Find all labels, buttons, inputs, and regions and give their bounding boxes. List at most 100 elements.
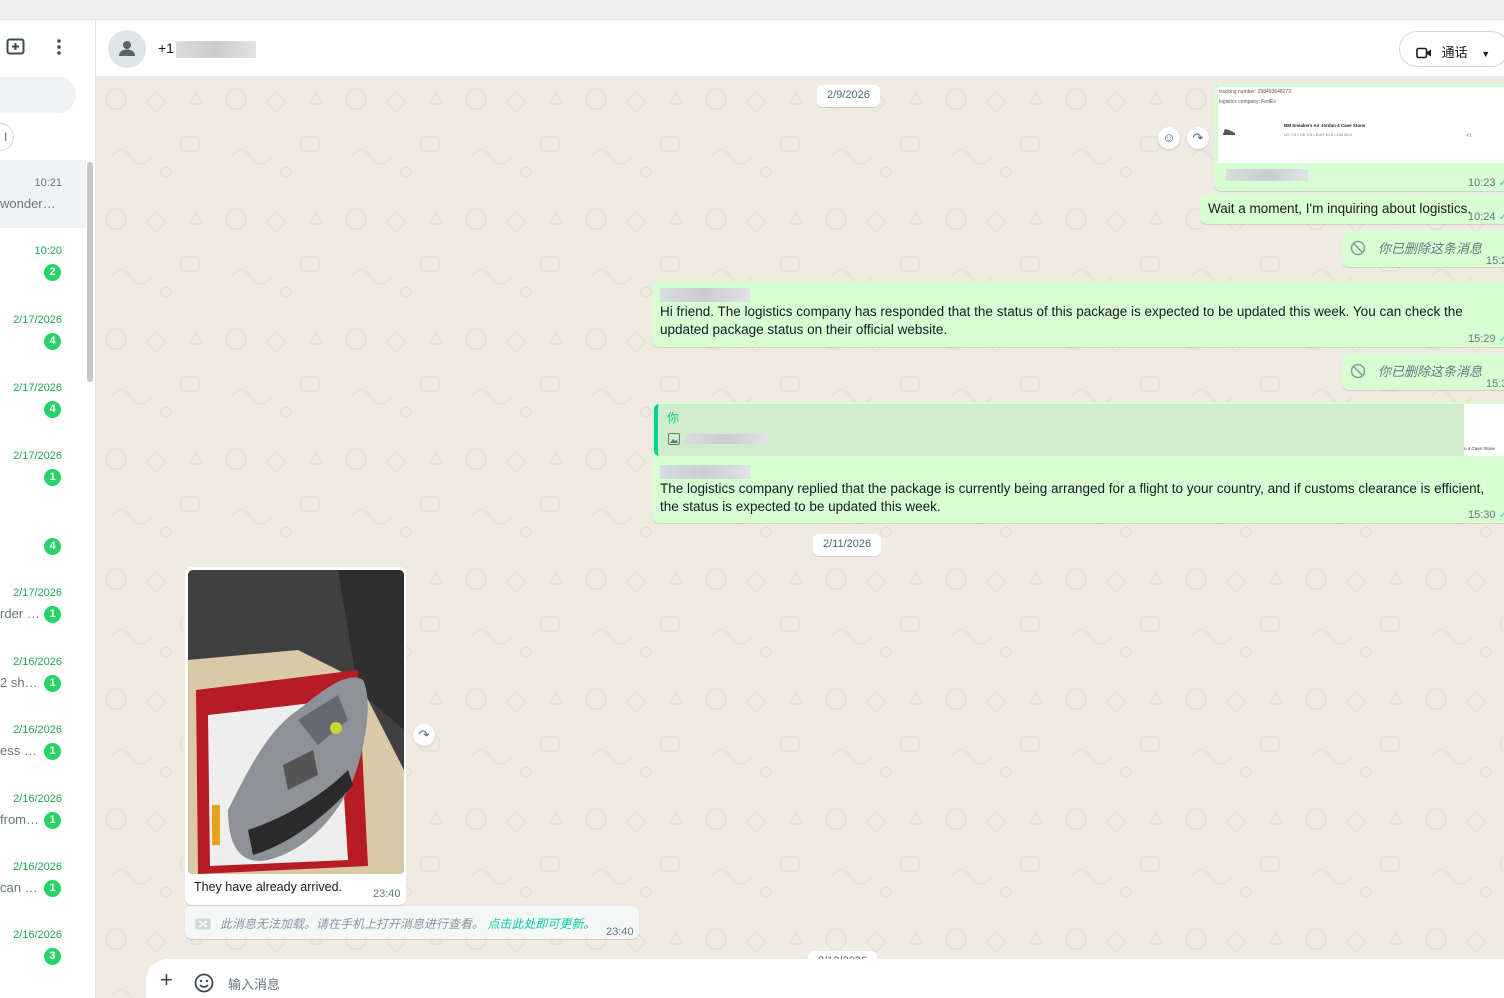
- message-time: 23:40: [606, 926, 634, 938]
- call-button-label: 通话: [1441, 45, 1468, 60]
- read-tick-icon: ✓: [1498, 509, 1504, 521]
- chat-list-item[interactable]: 2/16/2026 ess … 1: [0, 707, 86, 775]
- screenshot-quantity: ×1: [1466, 133, 1472, 139]
- conversation-header: +1 通话 ▼: [96, 20, 1504, 77]
- forward-icon[interactable]: ↷: [413, 724, 435, 746]
- unread-badge: 3: [44, 948, 61, 965]
- outgoing-image-message[interactable]: tracking number: 298493648273 logistics …: [1214, 83, 1504, 191]
- screenshot-tracking-text: tracking number: 298493648273: [1219, 89, 1291, 95]
- outgoing-reply-message[interactable]: 你 n 4 Cave Stone The logistics company r…: [652, 402, 1504, 523]
- chat-list-item[interactable]: 2/16/2026 from… 1: [0, 776, 86, 844]
- chat-time: 2/16/2026: [13, 793, 62, 805]
- unloadable-message[interactable]: 此消息无法加载。请在手机上打开消息进行查看。 点击此处即可更新。 23:40: [185, 906, 639, 939]
- chat-search-input[interactable]: [0, 77, 76, 113]
- redacted-text: [685, 434, 769, 444]
- update-link[interactable]: 点击此处即可更新。: [487, 917, 595, 931]
- sneakers-photo[interactable]: [188, 570, 404, 874]
- redacted-text: [660, 465, 750, 479]
- order-screenshot-image[interactable]: tracking number: 298493648273 logistics …: [1218, 87, 1504, 163]
- chat-preview: can …: [0, 880, 38, 895]
- chat-list-item[interactable]: 2/16/2026 3: [0, 912, 86, 980]
- message-input[interactable]: 输入消息: [228, 974, 280, 993]
- image-icon: [668, 432, 680, 450]
- chat-time: 2/16/2026: [13, 656, 62, 668]
- deleted-message-text: 你已删除这条消息: [1378, 364, 1483, 379]
- chat-preview: rder …: [0, 606, 40, 621]
- sidebar-scrollbar[interactable]: [87, 162, 93, 382]
- quoted-message[interactable]: 你 n 4 Cave Stone: [654, 404, 1504, 456]
- chat-list-item[interactable]: 2/17/2026 4: [0, 365, 86, 433]
- menu-icon[interactable]: [50, 38, 68, 59]
- deleted-message[interactable]: 你已删除这条消息 15:2: [1342, 231, 1504, 267]
- avatar[interactable]: [108, 30, 146, 68]
- date-separator: 2/9/2026: [817, 85, 880, 107]
- chat-list-item[interactable]: 10:21 wonder…: [0, 160, 86, 228]
- chat-list-item[interactable]: 4: [0, 502, 86, 570]
- unread-badge: 1: [44, 606, 61, 623]
- person-icon: [119, 41, 135, 56]
- unread-badge: 4: [44, 401, 61, 418]
- message-time: 23:40: [373, 888, 401, 900]
- message-time: 15:29 ✓: [1468, 330, 1504, 348]
- chat-list-item[interactable]: 2/17/2026 4: [0, 297, 86, 365]
- prohibited-icon: [1350, 363, 1366, 384]
- prohibited-icon: [1350, 240, 1366, 261]
- photo-caption: They have already arrived.: [194, 880, 342, 894]
- unread-badge: 1: [44, 743, 61, 760]
- unread-badge: 4: [44, 333, 61, 350]
- chat-time: 10:20: [34, 245, 62, 257]
- chat-time: 2/17/2026: [13, 450, 62, 462]
- chat-time: 2/17/2026: [13, 314, 62, 326]
- call-button[interactable]: 通话 ▼: [1399, 31, 1504, 67]
- chat-time: 2/16/2026: [13, 929, 62, 941]
- message-text: The logistics company replied that the p…: [660, 481, 1485, 514]
- contact-name[interactable]: +1: [158, 40, 256, 58]
- chat-list-item[interactable]: 2/16/2026 2 sh… 1: [0, 639, 86, 707]
- message-time: 10:24 ✓: [1468, 208, 1504, 226]
- deleted-message-text: 你已删除这条消息: [1378, 241, 1483, 256]
- message-composer: + 输入消息: [146, 959, 1504, 998]
- unread-badge: 4: [44, 538, 61, 555]
- plus-icon[interactable]: +: [160, 969, 173, 991]
- filter-chip[interactable]: l: [0, 123, 14, 151]
- chat-list-item[interactable]: 2/16/2026 can … 1: [0, 844, 86, 912]
- chat-time: 2/17/2026: [13, 587, 62, 599]
- quoted-image-thumbnail: n 4 Cave Stone: [1464, 404, 1504, 456]
- chat-preview: 2 sh…: [0, 675, 38, 690]
- read-tick-icon: ✓: [1498, 177, 1504, 189]
- chat-preview: ess …: [0, 743, 37, 758]
- unread-badge: 1: [44, 812, 61, 829]
- redacted-text: [660, 288, 750, 302]
- sneaker-thumbnail: [1222, 123, 1236, 135]
- forward-icon[interactable]: ↷: [1187, 127, 1209, 149]
- chat-preview: from…: [0, 812, 39, 827]
- chat-time: 2/16/2026: [13, 861, 62, 873]
- deleted-message[interactable]: 你已删除这条消息 15:3: [1342, 354, 1504, 390]
- message-text: Hi friend. The logistics company has res…: [660, 304, 1463, 337]
- conversation-panel[interactable]: 2/9/2026 tracking number: 298493648273 l…: [96, 77, 1504, 998]
- redacted-phone-number: [175, 40, 256, 58]
- sticker-icon[interactable]: [194, 973, 214, 998]
- unread-badge: 2: [44, 264, 61, 281]
- outgoing-message[interactable]: Wait a moment, I'm inquiring about logis…: [1200, 194, 1504, 224]
- new-chat-icon[interactable]: [6, 38, 26, 59]
- chat-time: 2/16/2026: [13, 724, 62, 736]
- chat-list-item[interactable]: 2/17/2026 1: [0, 433, 86, 501]
- unread-badge: 1: [44, 675, 61, 692]
- emoji-reaction-icon[interactable]: ☺: [1158, 127, 1180, 149]
- contact-phone-prefix: +1: [158, 40, 174, 56]
- unread-badge: 1: [44, 880, 61, 897]
- screenshot-product-title: BM Sneakers Air Jordan 4 Cave Stone: [1284, 123, 1366, 128]
- message-time: 15:30 ✓: [1468, 506, 1504, 524]
- date-separator: 2/11/2026: [813, 534, 882, 556]
- unloadable-message-text: 此消息无法加载。请在手机上打开消息进行查看。 点击此处即可更新。: [220, 917, 596, 931]
- message-time: 15:3: [1486, 378, 1504, 390]
- chat-preview: wonder…: [0, 196, 56, 211]
- read-tick-icon: ✓: [1498, 211, 1504, 223]
- outgoing-message[interactable]: Hi friend. The logistics company has res…: [652, 281, 1504, 347]
- incoming-photo-message[interactable]: They have already arrived. 23:40: [185, 567, 406, 905]
- message-time: 15:2: [1486, 255, 1504, 267]
- chat-list-item[interactable]: 2/17/2026 rder … 1: [0, 570, 86, 638]
- chat-list-sidebar: l 10:21 wonder… 10:20 2 2/17/2026 4 2/17/2026 4…: [0, 20, 96, 998]
- chat-list-item[interactable]: 10:20 2: [0, 228, 86, 296]
